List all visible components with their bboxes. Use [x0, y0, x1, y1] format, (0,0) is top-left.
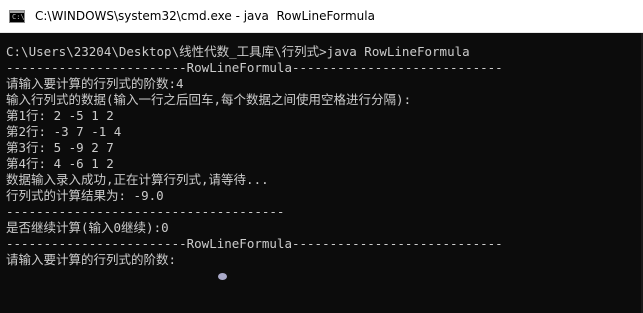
window-title: C:\WINDOWS\system32\cmd.exe - java RowLi…: [35, 9, 375, 23]
console-line: C:\Users\23204\Desktop\线性代数_工具库\行列式>java…: [6, 44, 470, 59]
console-line: 第2行: -3 7 -1 4: [6, 124, 122, 139]
text-cursor-icon: [218, 273, 227, 280]
console-output[interactable]: C:\Users\23204\Desktop\线性代数_工具库\行列式>java…: [0, 33, 643, 313]
console-line: -------------------------------------: [6, 204, 285, 219]
console-line: 是否继续计算(输入0继续):0: [6, 220, 169, 235]
console-line: 第1行: 2 -5 1 2: [6, 108, 114, 123]
console-line: 第3行: 5 -9 2 7: [6, 140, 114, 155]
console-line: 输入行列式的数据(输入一行之后回车,每个数据之间使用空格进行分隔):: [6, 92, 412, 107]
console-line: 行列式的计算结果为: -9.0: [6, 188, 164, 203]
console-line: 请输入要计算的行列式的阶数:: [6, 252, 177, 267]
cmd-icon-label: C:\: [12, 13, 25, 21]
console-line: ------------------------RowLineFormula--…: [6, 60, 503, 75]
console-line: 数据输入录入成功,正在计算行列式,请等待...: [6, 172, 269, 187]
title-bar[interactable]: C:\ C:\WINDOWS\system32\cmd.exe - java R…: [0, 0, 643, 33]
console-line: 请输入要计算的行列式的阶数:4: [6, 76, 184, 91]
cmd-icon: C:\: [9, 10, 25, 23]
console-line: ------------------------RowLineFormula--…: [6, 236, 503, 251]
cmd-window: C:\ C:\WINDOWS\system32\cmd.exe - java R…: [0, 0, 643, 313]
console-line: 第4行: 4 -6 1 2: [6, 156, 114, 171]
